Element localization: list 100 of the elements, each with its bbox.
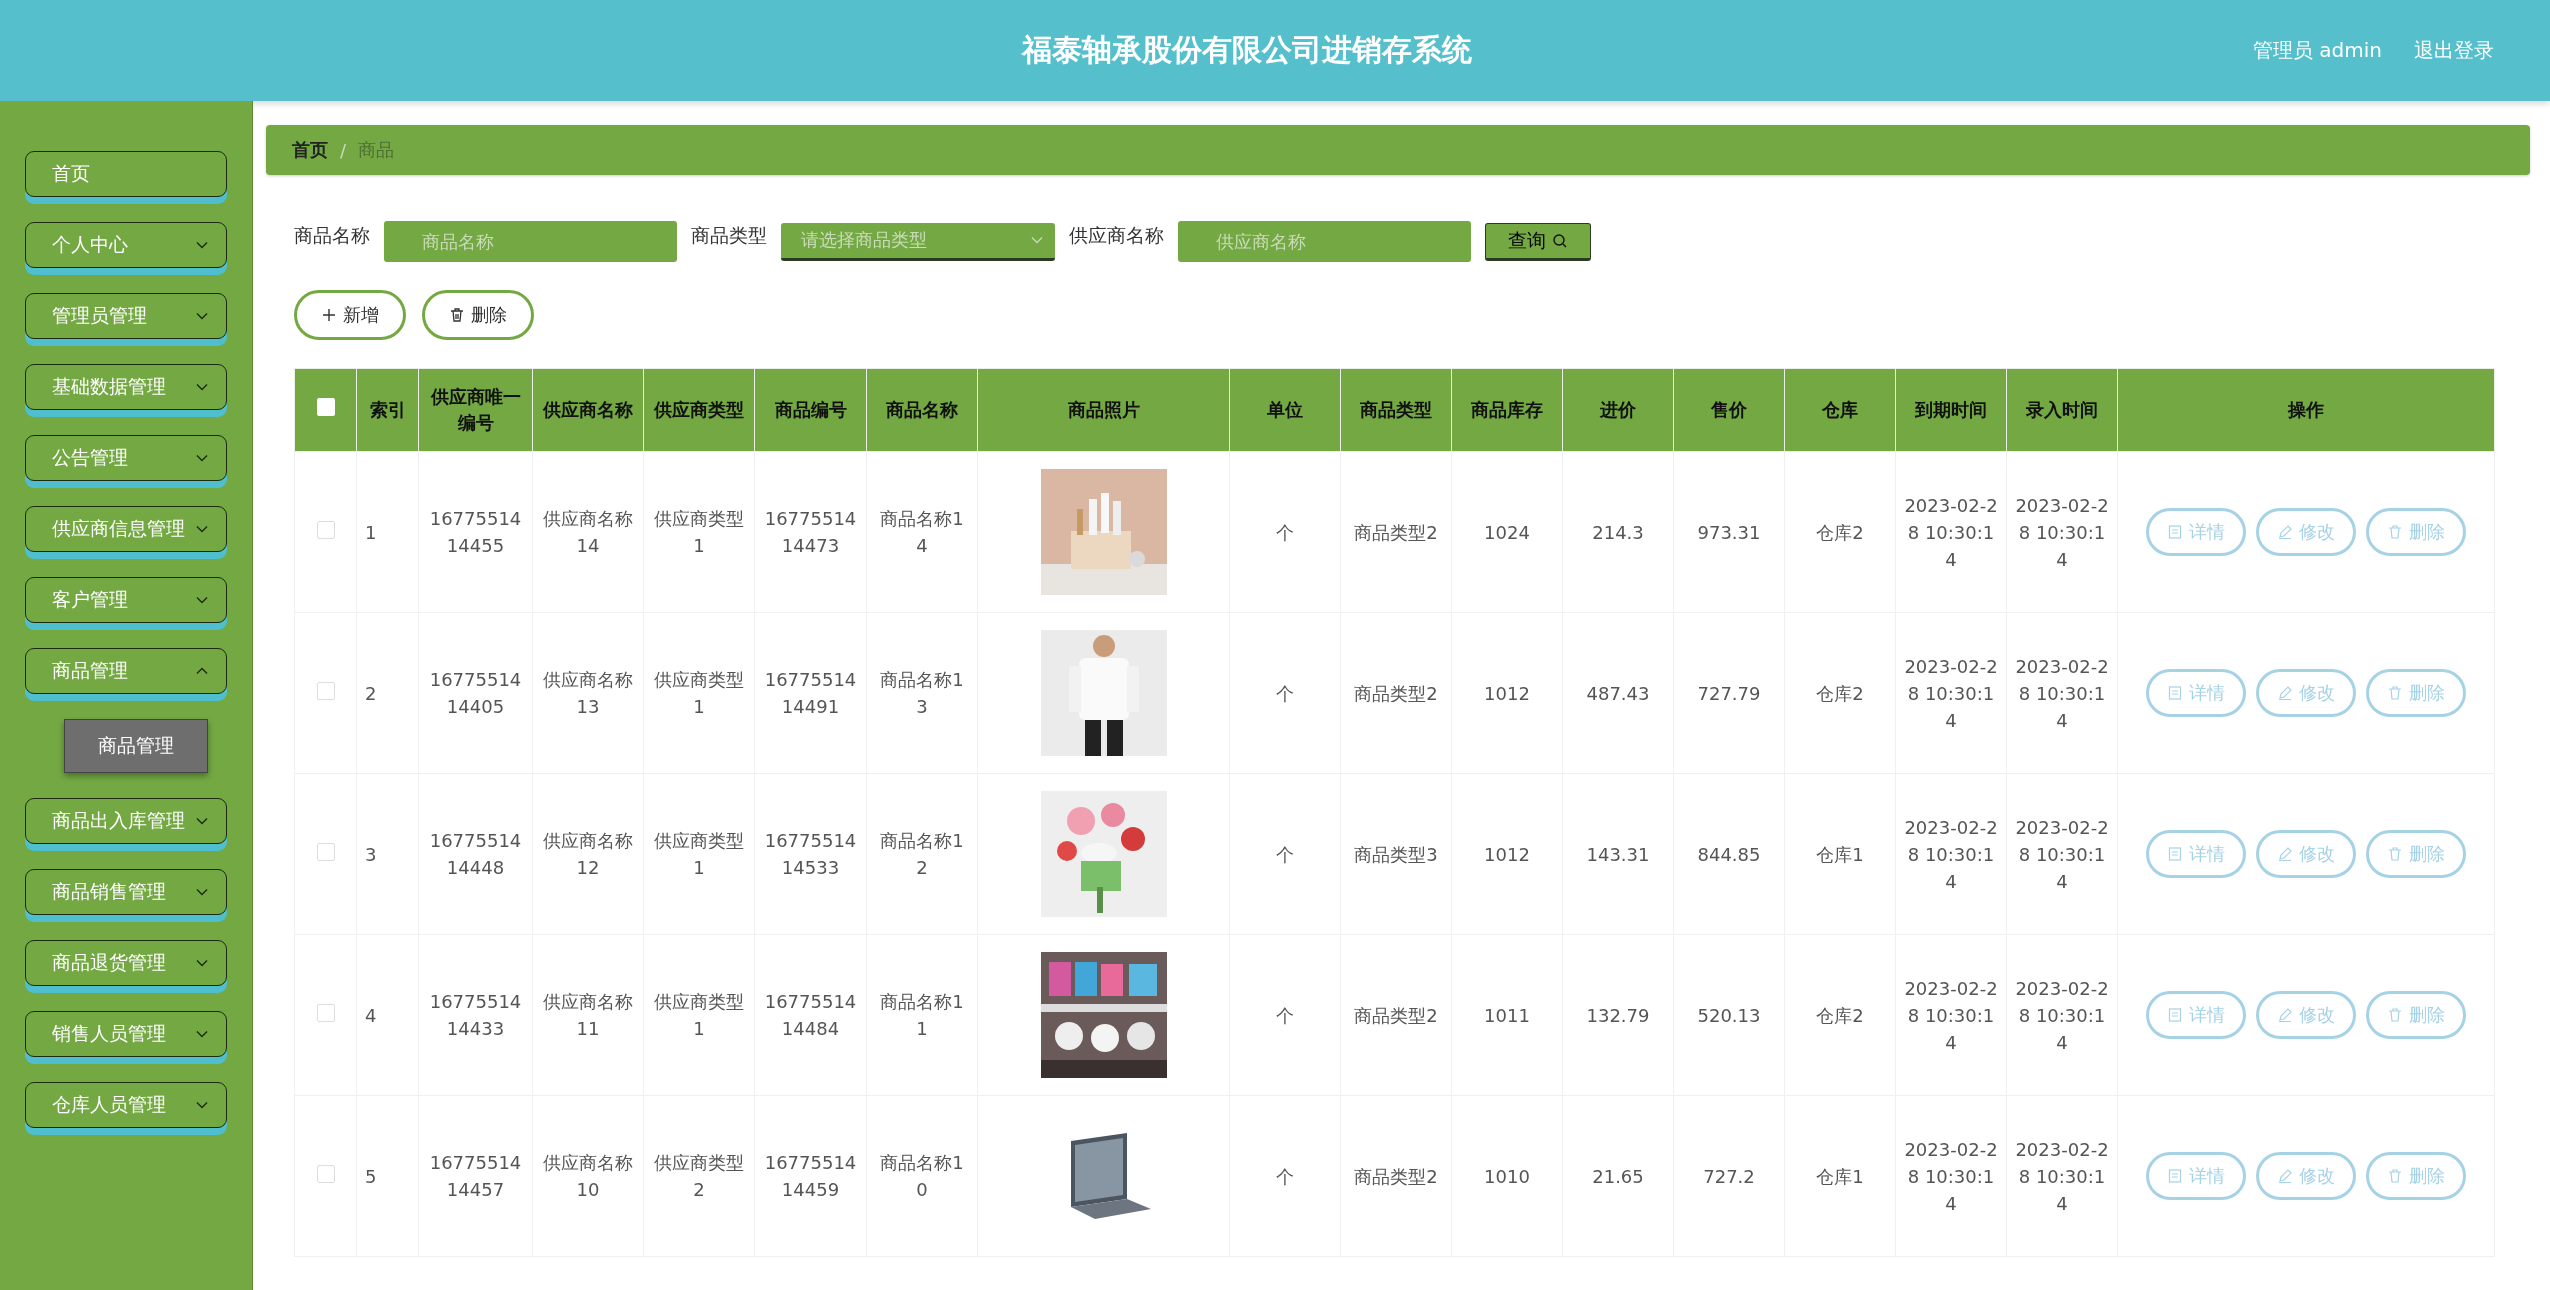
delete-button[interactable]: 删除 [2366,830,2466,878]
edit-button[interactable]: 修改 [2256,1152,2356,1200]
table-cell: 727.2 [1703,1165,1755,1187]
table-cell: 供应商名称10 [543,1152,633,1200]
chevron-icon [196,667,208,675]
table-cell: 个 [1276,1165,1294,1187]
table-cell: 仓库1 [1816,1165,1864,1187]
chevron-icon [196,1030,208,1038]
table-cell: 供应商名称12 [543,830,633,878]
table-cell: 供应商名称14 [543,508,633,556]
column-header: 商品名称 [866,368,978,452]
breadcrumb-current: 商品 [358,138,395,162]
table-cell: 1677551414448 [429,830,522,878]
chevron-icon [196,817,208,825]
column-header: 供应商名称 [532,368,644,452]
pencil-icon [2277,1007,2293,1023]
delete-button[interactable]: 删除 [2366,991,2466,1039]
table-cell: 1677551414433 [429,991,522,1039]
breadcrumb-link[interactable]: 首页 [292,138,328,162]
table-cell: 520.13 [1697,1004,1761,1026]
table-cell: 个 [1276,682,1294,704]
column-header: 供应商类型 [643,368,755,452]
table-cell: 727.79 [1697,682,1761,704]
table-cell: 仓库2 [1816,682,1864,704]
table-cell: 2023-02-28 10:30:14 [2015,1138,2109,1214]
table-cell: 21.65 [1592,1165,1644,1187]
search-field[interactable]: 商品名称 [384,221,677,262]
edit-button[interactable]: 修改 [2256,830,2356,878]
table-cell: 1012 [1484,682,1530,704]
table-cell: 商品名称10 [880,1152,964,1200]
edit-button[interactable]: 修改 [2256,669,2356,717]
table-cell: 2023-02-28 10:30:14 [1904,977,1998,1053]
table-cell: 1010 [1484,1165,1530,1187]
trash-icon [449,307,465,323]
row-checkbox[interactable] [316,1003,335,1022]
edit-button[interactable]: 修改 [2256,508,2356,556]
detail-button[interactable]: 详情 [2146,830,2246,878]
chevron-icon [196,596,208,604]
table-cell: 1677551414533 [764,830,857,878]
column-header: 商品照片 [977,368,1230,452]
table-cell: 商品名称12 [880,830,964,878]
table-cell: 个 [1276,843,1294,865]
chevron-icon [196,383,208,391]
table-cell: 1677551414459 [764,1152,857,1200]
delete-button[interactable]: 删除 [2366,669,2466,717]
table-cell: 2023-02-28 10:30:14 [2015,655,2109,731]
table-cell: 1 [365,521,377,543]
search-field[interactable]: 供应商名称 [1178,221,1471,262]
chevron-icon [1031,236,1043,244]
table-cell: 商品类型2 [1354,1165,1438,1187]
column-header: 录入时间 [2006,368,2118,452]
table-cell: 1012 [1484,843,1530,865]
chevron-icon [196,959,208,967]
submenu-item[interactable]: 商品管理 [64,719,208,773]
edit-button[interactable]: 修改 [2256,991,2356,1039]
detail-button[interactable]: 详情 [2146,991,2246,1039]
search-label: 商品名称 [294,223,370,248]
type-select[interactable]: 请选择商品类型 [781,222,1055,261]
table-cell: 供应商名称11 [543,991,633,1039]
table-cell: 1677551414457 [429,1152,522,1200]
delete-button[interactable]: 删除 [422,290,534,340]
document-icon [2167,1007,2183,1023]
delete-button[interactable]: 删除 [2366,1152,2466,1200]
search-button[interactable]: 查询 [1485,222,1591,261]
table-cell: 5 [365,1165,377,1187]
search-icon [1552,232,1568,249]
delete-button[interactable]: 删除 [2366,508,2466,556]
table-cell: 1677551414484 [764,991,857,1039]
logout-link[interactable]: 退出登录 [2414,37,2494,64]
detail-button[interactable]: 详情 [2146,1152,2246,1200]
table-cell: 商品类型2 [1354,521,1438,543]
table-cell: 供应商类型1 [654,669,744,717]
document-icon [2167,685,2183,701]
table-cell: 个 [1276,1004,1294,1026]
pencil-icon [2277,1168,2293,1184]
select-all-checkbox[interactable] [316,397,335,416]
row-checkbox[interactable] [316,842,335,861]
chevron-icon [196,1101,208,1109]
add-button[interactable]: 新增 [294,290,406,340]
table-cell: 供应商类型1 [654,508,744,556]
pencil-icon [2277,685,2293,701]
table-cell: 2 [365,682,377,704]
detail-button[interactable]: 详情 [2146,669,2246,717]
table-cell: 商品类型3 [1354,843,1438,865]
row-checkbox[interactable] [316,1164,335,1183]
trash-icon [2387,685,2403,701]
column-header: 仓库 [1784,368,1896,452]
detail-button[interactable]: 详情 [2146,508,2246,556]
row-checkbox[interactable] [316,681,335,700]
table-cell: 132.79 [1586,1004,1650,1026]
table-cell: 2023-02-28 10:30:14 [1904,1138,1998,1214]
column-header: 供应商唯一编号 [418,368,533,452]
table-cell: 1677551414405 [429,669,522,717]
search-label: 供应商名称 [1069,223,1164,248]
row-checkbox[interactable] [316,520,335,539]
table-cell: 4 [365,1004,377,1026]
document-icon [2167,846,2183,862]
table-cell: 2023-02-28 10:30:14 [1904,655,1998,731]
table-cell: 844.85 [1697,843,1761,865]
column-header: 商品编号 [754,368,867,452]
